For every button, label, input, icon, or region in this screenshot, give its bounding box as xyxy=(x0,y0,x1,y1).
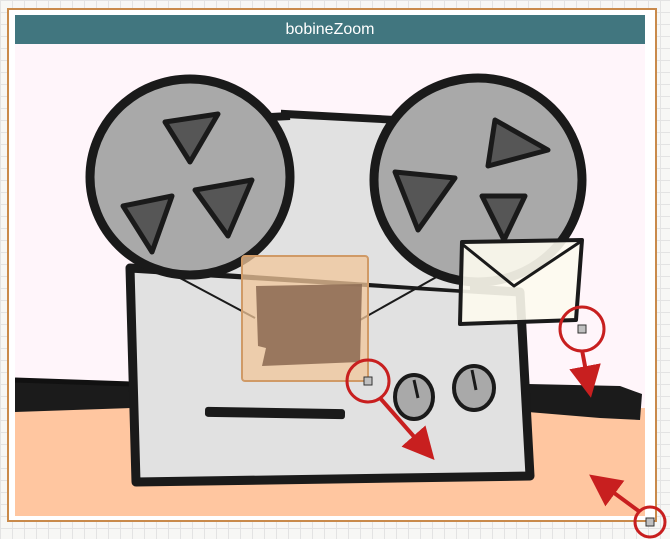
window-title-bar: bobineZoom xyxy=(15,15,645,44)
left-reel-icon xyxy=(85,74,295,280)
zoom-selection-box[interactable] xyxy=(241,255,369,382)
window-title: bobineZoom xyxy=(285,20,375,38)
envelope-icon[interactable] xyxy=(458,238,584,326)
control-knob-icon[interactable] xyxy=(393,373,435,421)
control-knob-icon[interactable] xyxy=(452,364,496,412)
canvas-scene xyxy=(15,44,645,516)
